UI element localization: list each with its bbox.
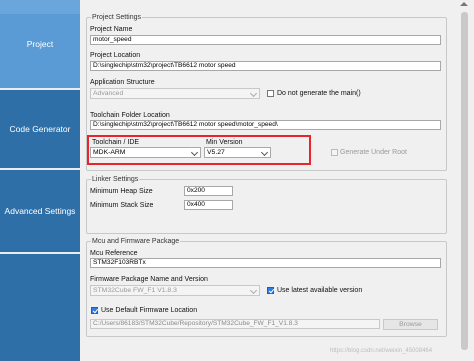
min-heap-label: Minimum Heap Size [90,188,153,195]
min-version-select[interactable]: V5.27 [204,147,271,158]
chevron-down-icon [190,148,199,157]
sidebar-item-label: Code Generator [9,124,71,134]
firmware-package-select[interactable]: STM32Cube FW_F1 V1.8.3 [90,285,260,296]
sidebar-item-label: Advanced Settings [4,206,76,216]
scroll-up-arrow-icon[interactable] [460,2,468,6]
app-structure-value: Advanced [93,90,124,97]
use-latest-label: Use latest available version [277,287,363,294]
no-main-label: Do not generate the main() [277,90,361,97]
chevron-down-icon [260,148,269,157]
app-structure-label: Application Structure [90,79,155,86]
watermark-text: https://blog.csdn.net/weixin_45008464 [330,348,433,354]
min-stack-field[interactable]: 0x400 [184,200,233,210]
toolchain-ide-select[interactable]: MDK-ARM [90,147,201,158]
group-title: Project Settings [91,13,143,22]
sidebar-item-advanced-settings[interactable]: Advanced Settings [0,170,80,252]
toolchain-folder-label: Toolchain Folder Location [90,112,170,119]
min-heap-field[interactable]: 0x200 [184,186,233,196]
mcu-reference-field[interactable]: STM32F103RBTx [90,258,441,268]
sidebar-filler [0,254,80,361]
sidebar-item-label: Project [26,39,54,49]
project-name-label: Project Name [90,26,133,33]
sidebar-item-code-generator[interactable]: Code Generator [0,90,80,168]
min-version-label: Min Version [206,139,243,146]
project-name-field[interactable]: motor_speed [90,35,441,45]
no-main-checkbox[interactable] [267,90,274,97]
scrollbar-thumb[interactable] [461,12,468,350]
sidebar: Project Code Generator Advanced Settings [0,0,80,361]
group-title: Mcu and Firmware Package [91,237,181,246]
project-location-field[interactable]: D:\singlechip\stm32\project\TB6612 motor… [90,61,441,71]
use-latest-checkbox[interactable] [267,287,274,294]
mcu-reference-label: Mcu Reference [90,250,138,257]
generate-under-root-label: Generate Under Root [340,149,407,156]
chevron-down-icon [249,89,258,98]
use-default-location-checkbox[interactable] [91,307,98,314]
chevron-down-icon [249,286,258,295]
group-title: Linker Settings [91,175,140,184]
project-location-label: Project Location [90,52,141,59]
toolchain-ide-value: MDK-ARM [93,149,126,156]
toolchain-folder-field[interactable]: D:\singlechip\stm32\project\TB6612 motor… [90,120,441,130]
use-default-location-label: Use Default Firmware Location [101,307,198,314]
app-structure-select[interactable]: Advanced [90,88,260,99]
min-version-value: V5.27 [207,149,225,156]
sidebar-top-strip [0,0,80,14]
firmware-location-field[interactable]: C:/Users/86183/STM32Cube/Repository/STM3… [90,319,380,329]
min-stack-label: Minimum Stack Size [90,202,154,209]
firmware-package-value: STM32Cube FW_F1 V1.8.3 [93,287,177,294]
toolchain-ide-label: Toolchain / IDE [92,139,140,146]
browse-button[interactable]: Browse [383,319,438,330]
firmware-package-label: Firmware Package Name and Version [90,276,208,283]
generate-under-root-checkbox[interactable] [331,149,338,156]
